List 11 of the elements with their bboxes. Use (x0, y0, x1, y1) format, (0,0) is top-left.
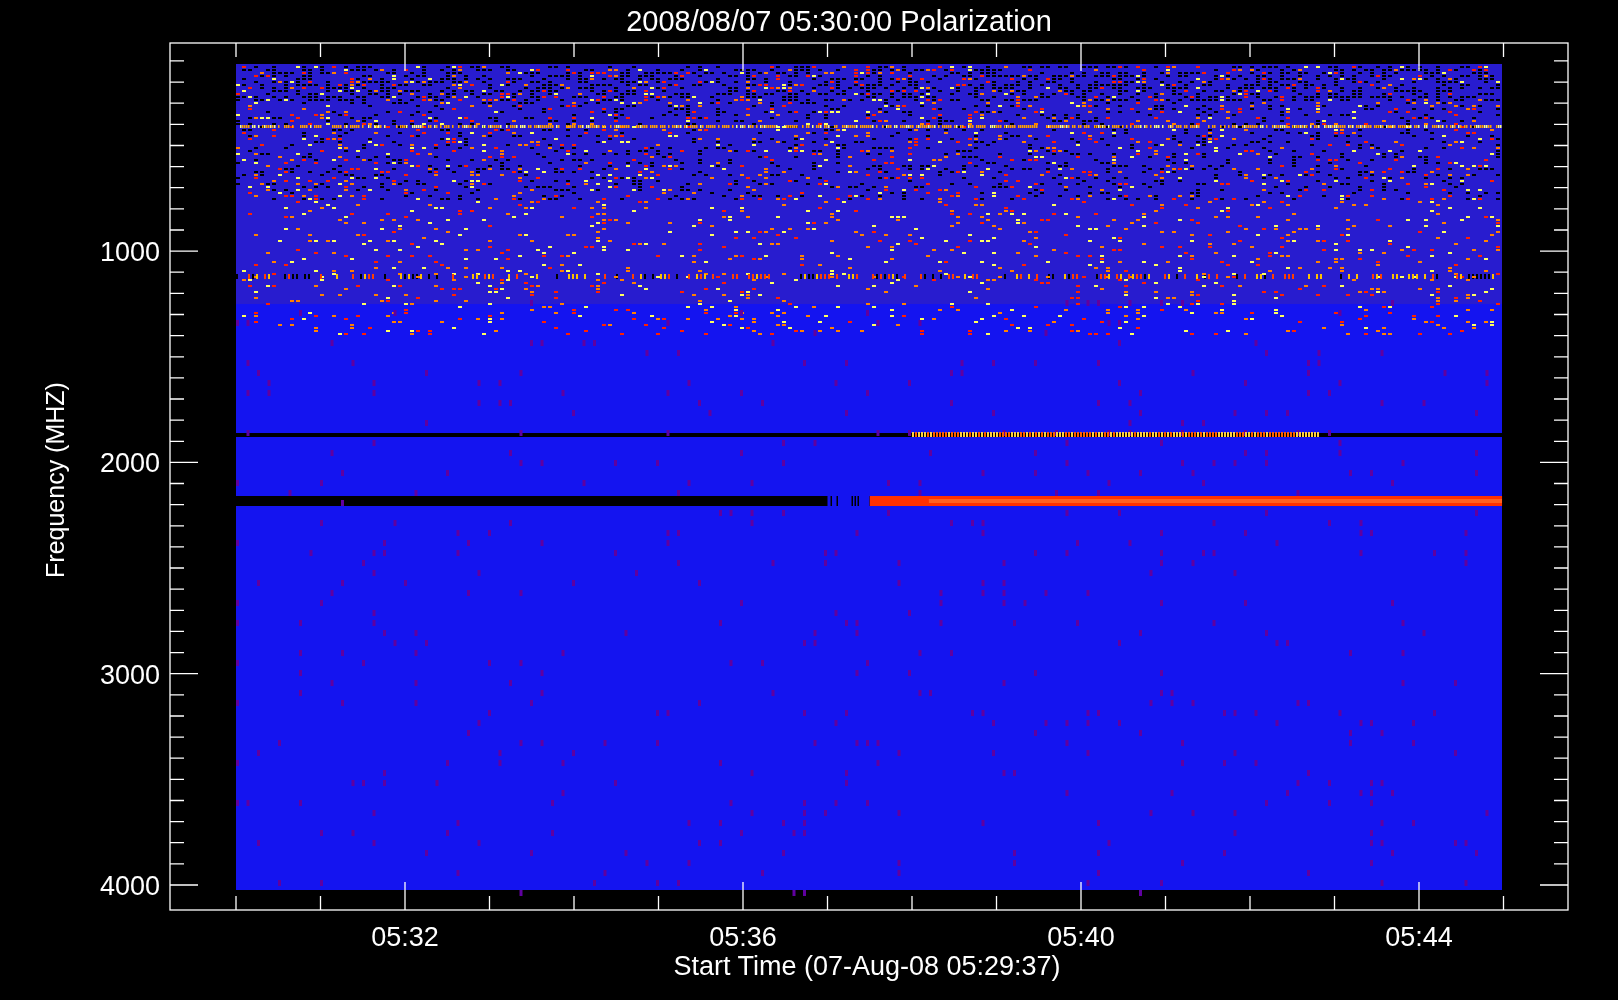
x-tick-label: 05:44 (1385, 922, 1453, 952)
x-tick-label: 05:36 (709, 922, 777, 952)
x-axis-label: Start Time (07-Aug-08 05:29:37) (673, 951, 1061, 981)
y-axis-label: Frequency (MHZ) (41, 382, 69, 578)
y-tick-label: 3000 (99, 659, 160, 690)
y-tick-label: 1000 (99, 237, 160, 268)
x-tick-label: 05:32 (371, 922, 439, 952)
y-tick-label: 4000 (99, 871, 160, 901)
chart-title: 2008/08/07 05:30:00 Polarization (626, 5, 1052, 37)
y-tick-label: 2000 (99, 448, 160, 479)
x-tick-label: 05:40 (1047, 922, 1115, 952)
